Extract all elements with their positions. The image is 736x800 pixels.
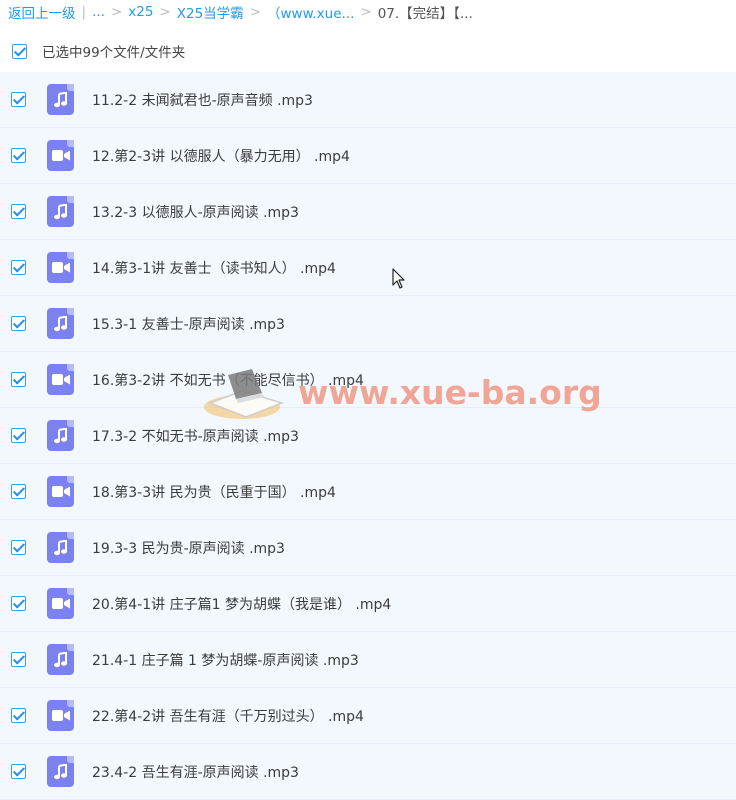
file-name[interactable]: 16.第3-2讲 不如无书（不能尽信书） .mp4 xyxy=(92,370,364,390)
breadcrumb-separator: > xyxy=(110,4,123,20)
file-name[interactable]: 21.4-1 庄子篇 1 梦为胡蝶-原声阅读 .mp3 xyxy=(92,650,359,670)
file-row[interactable]: 13.2-3 以德服人-原声阅读 .mp3 xyxy=(0,184,736,240)
file-checkbox[interactable] xyxy=(11,652,26,667)
file-checkbox[interactable] xyxy=(11,428,26,443)
file-row[interactable]: 17.3-2 不如无书-原声阅读 .mp3 xyxy=(0,408,736,464)
selection-count-text: 已选中99个文件/文件夹 xyxy=(42,45,186,61)
audio-file-icon xyxy=(47,196,74,227)
video-camera-icon xyxy=(51,486,70,497)
audio-file-icon xyxy=(47,644,74,675)
breadcrumb-ellipsis[interactable]: ... xyxy=(92,4,105,20)
file-row[interactable]: 21.4-1 庄子篇 1 梦为胡蝶-原声阅读 .mp3 xyxy=(0,632,736,688)
file-checkbox[interactable] xyxy=(11,148,26,163)
breadcrumb-separator: > xyxy=(360,4,372,20)
audio-file-icon xyxy=(47,84,74,115)
file-name[interactable]: 14.第3-1讲 友善士（读书知人） .mp4 xyxy=(92,258,336,278)
video-file-icon xyxy=(47,364,74,395)
file-name[interactable]: 23.4-2 吾生有涯-原声阅读 .mp3 xyxy=(92,762,299,782)
file-row[interactable]: 18.第3-3讲 民为贵（民重于国） .mp4 xyxy=(0,464,736,520)
file-row[interactable]: 14.第3-1讲 友善士（读书知人） .mp4 xyxy=(0,240,736,296)
file-name[interactable]: 12.第2-3讲 以德服人（暴力无用） .mp4 xyxy=(92,146,350,166)
video-file-icon xyxy=(47,700,74,731)
breadcrumb-item-x25-xueba[interactable]: X25当学霸 xyxy=(177,2,244,22)
file-name[interactable]: 15.3-1 友善士-原声阅读 .mp3 xyxy=(92,314,285,334)
file-checkbox[interactable] xyxy=(11,596,26,611)
music-note-icon xyxy=(53,91,67,107)
music-note-icon xyxy=(53,651,67,667)
file-row[interactable]: 16.第3-2讲 不如无书（不能尽信书） .mp4 xyxy=(0,352,736,408)
file-checkbox[interactable] xyxy=(11,484,26,499)
file-name[interactable]: 18.第3-3讲 民为贵（民重于国） .mp4 xyxy=(92,482,336,502)
video-file-icon xyxy=(47,476,74,507)
audio-file-icon xyxy=(47,308,74,339)
file-checkbox[interactable] xyxy=(11,708,26,723)
back-link[interactable]: 返回上一级 xyxy=(8,2,76,22)
breadcrumb: 返回上一级 | ... > x25 > X25当学霸 > （www.xue...… xyxy=(8,2,736,22)
file-checkbox[interactable] xyxy=(11,540,26,555)
mouse-pointer-icon xyxy=(392,268,405,289)
file-checkbox[interactable] xyxy=(11,764,26,779)
file-checkbox[interactable] xyxy=(11,204,26,219)
video-file-icon xyxy=(47,140,74,171)
file-row[interactable]: 15.3-1 友善士-原声阅读 .mp3 xyxy=(0,296,736,352)
file-row[interactable]: 11.2-2 未闻弑君也-原声音频 .mp3 xyxy=(0,72,736,128)
audio-file-icon xyxy=(47,532,74,563)
file-row[interactable]: 22.第4-2讲 吾生有涯（千万别过头） .mp4 xyxy=(0,688,736,744)
breadcrumb-item-x25[interactable]: x25 xyxy=(128,4,153,20)
select-all-checkbox[interactable] xyxy=(12,43,27,59)
file-name[interactable]: 11.2-2 未闻弑君也-原声音频 .mp3 xyxy=(92,90,313,110)
file-checkbox[interactable] xyxy=(11,372,26,387)
file-name[interactable]: 22.第4-2讲 吾生有涯（千万别过头） .mp4 xyxy=(92,706,364,726)
file-row[interactable]: 12.第2-3讲 以德服人（暴力无用） .mp4 xyxy=(0,128,736,184)
video-camera-icon xyxy=(51,262,70,273)
video-camera-icon xyxy=(51,598,70,609)
audio-file-icon xyxy=(47,420,74,451)
music-note-icon xyxy=(53,763,67,779)
file-name[interactable]: 20.第4-1讲 庄子篇1 梦为胡蝶（我是谁） .mp4 xyxy=(92,594,391,614)
audio-file-icon xyxy=(47,756,74,787)
breadcrumb-current: 07.【完结】【... xyxy=(377,6,473,22)
file-checkbox[interactable] xyxy=(11,260,26,275)
video-file-icon xyxy=(47,588,74,619)
file-row[interactable]: 20.第4-1讲 庄子篇1 梦为胡蝶（我是谁） .mp4 xyxy=(0,576,736,632)
file-row[interactable]: 19.3-3 民为贵-原声阅读 .mp3 xyxy=(0,520,736,576)
file-checkbox[interactable] xyxy=(11,92,26,107)
video-camera-icon xyxy=(51,150,70,161)
music-note-icon xyxy=(53,203,67,219)
video-file-icon xyxy=(47,252,74,283)
video-camera-icon xyxy=(51,710,70,721)
music-note-icon xyxy=(53,539,67,555)
music-note-icon xyxy=(53,427,67,443)
selection-bar: 已选中99个文件/文件夹 xyxy=(0,36,736,66)
file-row[interactable]: 23.4-2 吾生有涯-原声阅读 .mp3 xyxy=(0,744,736,800)
file-list: 11.2-2 未闻弑君也-原声音频 .mp3 12.第2-3讲 以德服人（暴力无用… xyxy=(0,72,736,800)
breadcrumb-separator: > xyxy=(249,4,261,20)
file-checkbox[interactable] xyxy=(11,316,26,331)
video-camera-icon xyxy=(51,374,70,385)
breadcrumb-item-www[interactable]: （www.xue... xyxy=(267,2,354,22)
file-name[interactable]: 13.2-3 以德服人-原声阅读 .mp3 xyxy=(92,202,299,222)
breadcrumb-separator: > xyxy=(159,4,171,20)
file-name[interactable]: 19.3-3 民为贵-原声阅读 .mp3 xyxy=(92,538,285,558)
file-name[interactable]: 17.3-2 不如无书-原声阅读 .mp3 xyxy=(92,426,299,446)
breadcrumb-divider: | xyxy=(81,4,87,20)
music-note-icon xyxy=(53,315,67,331)
